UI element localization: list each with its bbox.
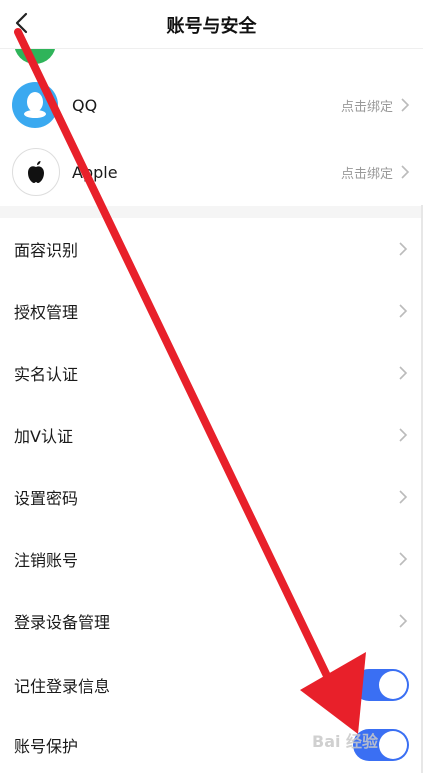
apple-icon — [12, 148, 60, 196]
menu-item-face-id[interactable]: 面容识别 — [0, 218, 421, 280]
toggle-label: 账号保护 — [14, 737, 79, 756]
page-title: 账号与安全 — [166, 16, 257, 37]
chevron-right-icon — [399, 163, 411, 181]
watermark: Bai 经验 — [312, 732, 379, 751]
bind-row-qq[interactable]: QQ 点击绑定 — [0, 72, 423, 138]
menu-item-label: 注销账号 — [14, 551, 79, 570]
toggle-row-remember-login: 记住登录信息 — [0, 654, 421, 716]
chevron-right-icon — [397, 364, 409, 382]
chevron-right-icon — [397, 550, 409, 568]
bind-label-qq: QQ — [72, 95, 98, 115]
toggle-knob — [379, 671, 407, 699]
chevron-right-icon — [397, 612, 409, 630]
header-bar: 账号与安全 — [0, 0, 423, 49]
bind-status-qq: 点击绑定 — [340, 99, 393, 115]
bind-label-apple: Apple — [72, 162, 118, 182]
chevron-right-icon — [397, 240, 409, 258]
menu-item-label: 面容识别 — [14, 241, 79, 260]
menu-item-real-name[interactable]: 实名认证 — [0, 342, 421, 404]
remember-login-toggle[interactable] — [353, 669, 409, 701]
menu-item-label: 设置密码 — [14, 489, 79, 508]
toggle-knob — [379, 731, 407, 759]
menu-item-label: 实名认证 — [14, 365, 79, 384]
menu-item-label: 加V认证 — [14, 427, 73, 446]
chevron-right-icon — [397, 488, 409, 506]
menu-item-authorization[interactable]: 授权管理 — [0, 280, 421, 342]
bind-status-apple: 点击绑定 — [340, 166, 393, 182]
menu-item-set-password[interactable]: 设置密码 — [0, 466, 421, 528]
menu-item-label: 登录设备管理 — [14, 613, 111, 632]
chevron-right-icon — [399, 96, 411, 114]
menu-item-v-verify[interactable]: 加V认证 — [0, 404, 421, 466]
toggle-label: 记住登录信息 — [14, 677, 111, 696]
chevron-right-icon — [397, 302, 409, 320]
section-divider — [0, 206, 423, 218]
menu-item-label: 授权管理 — [14, 303, 79, 322]
menu-item-delete-account[interactable]: 注销账号 — [0, 528, 421, 590]
menu-item-device-management[interactable]: 登录设备管理 — [0, 590, 421, 652]
bind-row-apple[interactable]: Apple 点击绑定 — [0, 139, 423, 205]
qq-icon — [12, 82, 58, 128]
chevron-right-icon — [397, 426, 409, 444]
